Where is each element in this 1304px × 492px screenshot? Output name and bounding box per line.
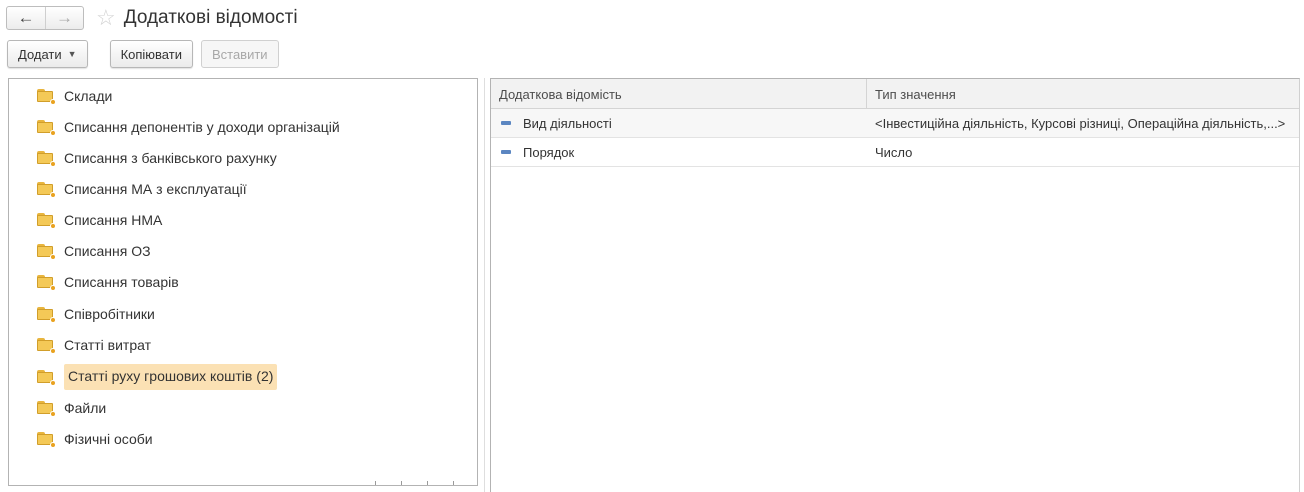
arrow-left-icon: ← (17, 8, 35, 27)
toolbar: Додати ▼ Копіювати Вставити (7, 40, 279, 68)
folder-icon (37, 89, 56, 105)
folder-icon (37, 182, 56, 198)
tree-item-label: Файли (64, 400, 107, 416)
tree-item[interactable]: Співробітники (37, 300, 155, 328)
tree-item-label: Статті витрат (64, 337, 152, 353)
add-button[interactable]: Додати ▼ (7, 40, 88, 68)
tree-item-label: Списання МА з експлуатації (64, 181, 247, 197)
folder-icon (37, 307, 56, 323)
tree-item[interactable]: Списання з банківського рахунку (37, 144, 277, 172)
tree-item[interactable]: Списання товарів (37, 268, 179, 296)
tree-item-label: Списання товарів (64, 274, 179, 290)
tree-item[interactable]: Склади (37, 82, 112, 110)
tree-item-label: Списання з банківського рахунку (64, 150, 277, 166)
folder-icon (37, 338, 56, 354)
table-row[interactable]: Порядок Число (491, 138, 1299, 167)
forward-button[interactable]: → (45, 7, 83, 29)
attribute-cell: Порядок (491, 138, 867, 166)
selected-item-highlight: Статті руху грошових коштів (2) (64, 364, 278, 390)
copy-button-label: Копіювати (120, 46, 182, 62)
object-tree-panel[interactable]: Склади Списання депонентів у доходи орга… (8, 78, 478, 486)
star-icon[interactable]: ☆ (96, 7, 116, 29)
attribute-name: Вид діяльності (523, 115, 612, 131)
folder-icon (37, 401, 56, 417)
tree-item[interactable]: Списання НМА (37, 206, 162, 234)
tree-item-label: Склади (64, 88, 113, 104)
arrow-right-icon: → (56, 8, 73, 27)
tree-item-selected[interactable]: Статті руху грошових коштів (2) (37, 363, 278, 391)
tree-item[interactable]: Списання МА з експлуатації (37, 175, 247, 203)
tree-item-label: Статті руху грошових коштів (68, 368, 253, 384)
folder-icon (37, 370, 56, 386)
tree-item[interactable]: Статті витрат (37, 331, 151, 359)
navigation-buttons: ← → (6, 6, 84, 30)
attribute-icon (501, 150, 511, 154)
tree-item[interactable]: Фізичні особи (37, 425, 153, 453)
folder-icon (37, 432, 56, 448)
tree-item-label: Списання НМА (64, 212, 163, 228)
tree-item-label: Списання депонентів у доходи організацій (64, 119, 340, 135)
page-title: Додаткові відомості (123, 7, 298, 28)
attributes-grid[interactable]: Додаткова відомість Тип значення Вид дія… (490, 78, 1300, 492)
item-count: (2) (256, 368, 274, 384)
copy-button[interactable]: Копіювати (109, 40, 193, 68)
tree-item[interactable]: Списання ОЗ (37, 237, 151, 265)
folder-icon (37, 244, 56, 260)
folder-icon (37, 213, 56, 229)
tree-item-label: Списання ОЗ (64, 243, 151, 259)
folder-icon (37, 151, 56, 167)
caret-down-icon: ▼ (67, 49, 77, 59)
panel-splitter[interactable] (484, 78, 485, 492)
attribute-cell: Вид діяльності (491, 109, 867, 137)
title-bar: ← → ☆ Додаткові відомості (6, 4, 298, 32)
column-header-value-type[interactable]: Тип значення (867, 79, 1299, 109)
folder-icon (37, 275, 56, 291)
grid-header: Додаткова відомість Тип значення (491, 79, 1299, 109)
column-header-attribute[interactable]: Додаткова відомість (491, 79, 867, 109)
tree-item[interactable]: Списання депонентів у доходи організацій (37, 113, 340, 141)
tree-item[interactable]: Файли (37, 394, 106, 422)
attribute-icon (501, 121, 511, 125)
table-row[interactable]: Вид діяльності <Інвестиційна діяльність,… (491, 109, 1299, 138)
value-type-cell: Число (875, 144, 913, 160)
tree-item-label: Співробітники (64, 306, 155, 322)
tree-item-label: Фізичні особи (64, 431, 153, 447)
add-button-label: Додати (18, 46, 62, 62)
folder-icon (37, 120, 56, 136)
attribute-name: Порядок (523, 144, 575, 160)
paste-button[interactable]: Вставити (200, 40, 279, 68)
value-type-cell: <Інвестиційна діяльність, Курсові різниц… (875, 115, 1286, 131)
horizontal-scrollbar[interactable] (9, 481, 477, 485)
back-button[interactable]: ← (7, 7, 45, 29)
paste-button-label: Вставити (211, 46, 268, 62)
